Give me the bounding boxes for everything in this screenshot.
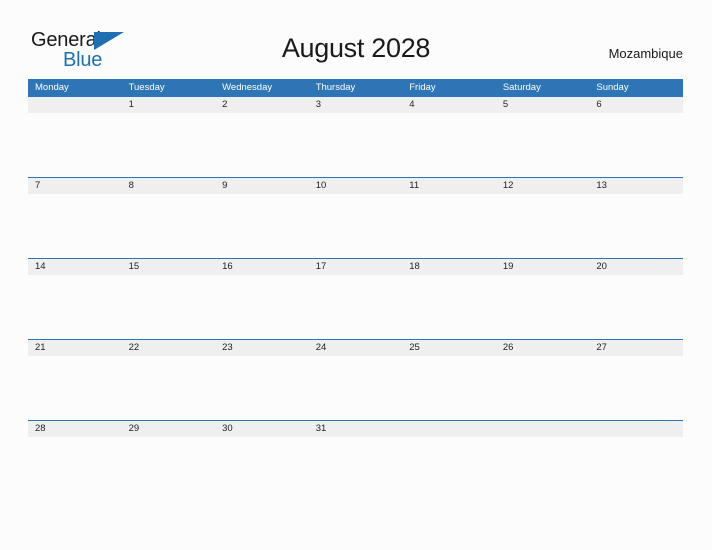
week-date-strip: 14 15 16 17 18 19 20	[28, 259, 683, 275]
weekday-header-tuesday: Tuesday	[128, 82, 165, 93]
day-cell[interactable]: 30	[215, 421, 309, 437]
weekday-header-thursday: Thursday	[315, 82, 356, 93]
week-row: 28 29 30 31	[28, 420, 683, 501]
day-cell[interactable]: 12	[496, 178, 590, 194]
weekday-header-saturday: Saturday	[502, 82, 541, 93]
day-cell[interactable]: 31	[309, 421, 403, 437]
week-date-strip: 7 8 9 10 11 12 13	[28, 178, 683, 194]
day-cell[interactable]: 20	[589, 259, 683, 275]
calendar-grid: Monday Tuesday Wednesday Thursday Friday…	[28, 79, 683, 501]
day-cell[interactable]: 23	[215, 340, 309, 356]
day-cell[interactable]: 2	[215, 97, 309, 113]
weekday-header-row: Monday Tuesday Wednesday Thursday Friday…	[28, 79, 683, 96]
week-date-strip: 1 2 3 4 5 6	[28, 97, 683, 113]
day-cell[interactable]	[496, 421, 590, 437]
weekday-header-sunday: Sunday	[596, 82, 629, 93]
day-cell[interactable]: 24	[309, 340, 403, 356]
day-cell[interactable]: 8	[122, 178, 216, 194]
week-row: 7 8 9 10 11 12 13	[28, 177, 683, 258]
day-cell[interactable]: 3	[309, 97, 403, 113]
day-cell[interactable]: 10	[309, 178, 403, 194]
day-cell[interactable]: 27	[589, 340, 683, 356]
week-note-area[interactable]	[28, 275, 683, 339]
day-cell[interactable]: 16	[215, 259, 309, 275]
day-cell[interactable]: 28	[28, 421, 122, 437]
day-cell[interactable]	[28, 97, 122, 113]
country-label: Mozambique	[608, 46, 683, 61]
day-cell[interactable]: 22	[122, 340, 216, 356]
week-date-strip: 21 22 23 24 25 26 27	[28, 340, 683, 356]
day-cell[interactable]: 25	[402, 340, 496, 356]
day-cell[interactable]: 21	[28, 340, 122, 356]
page-title: August 2028	[281, 33, 431, 63]
weekday-header-wednesday: Wednesday	[222, 82, 273, 93]
week-row: 1 2 3 4 5 6	[28, 96, 683, 177]
day-cell[interactable]: 9	[215, 178, 309, 194]
day-cell[interactable]: 13	[589, 178, 683, 194]
day-cell[interactable]: 29	[122, 421, 216, 437]
day-cell[interactable]: 26	[496, 340, 590, 356]
day-cell[interactable]: 4	[402, 97, 496, 113]
week-note-area[interactable]	[28, 437, 683, 501]
week-note-area[interactable]	[28, 356, 683, 420]
day-cell[interactable]: 17	[309, 259, 403, 275]
day-cell[interactable]: 19	[496, 259, 590, 275]
day-cell[interactable]	[402, 421, 496, 437]
day-cell[interactable]: 15	[122, 259, 216, 275]
week-date-strip: 28 29 30 31	[28, 421, 683, 437]
day-cell[interactable]: 14	[28, 259, 122, 275]
week-row: 21 22 23 24 25 26 27	[28, 339, 683, 420]
week-note-area[interactable]	[28, 113, 683, 177]
day-cell[interactable]: 6	[589, 97, 683, 113]
page-header: General Blue August 2028 Mozambique	[0, 0, 712, 78]
day-cell[interactable]: 7	[28, 178, 122, 194]
day-cell[interactable]: 18	[402, 259, 496, 275]
week-note-area[interactable]	[28, 194, 683, 258]
day-cell[interactable]: 11	[402, 178, 496, 194]
day-cell[interactable]: 1	[122, 97, 216, 113]
day-cell[interactable]	[589, 421, 683, 437]
weekday-header-friday: Friday	[409, 82, 436, 93]
week-row: 14 15 16 17 18 19 20	[28, 258, 683, 339]
day-cell[interactable]: 5	[496, 97, 590, 113]
weekday-header-monday: Monday	[35, 82, 69, 93]
